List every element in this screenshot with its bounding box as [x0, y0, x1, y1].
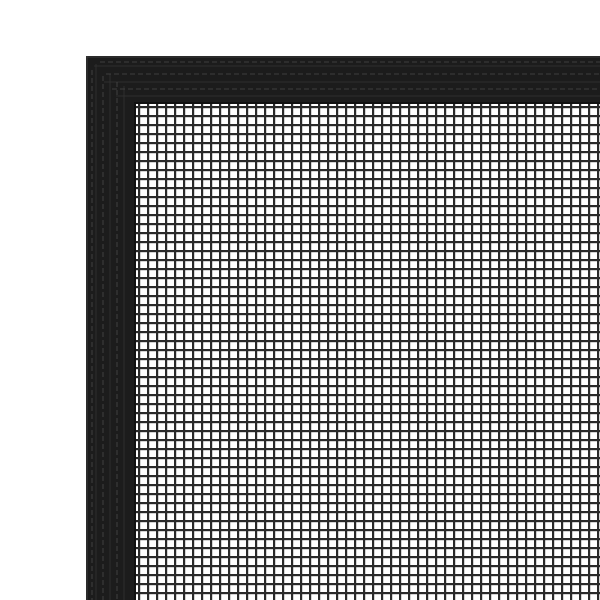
- image-canvas: [0, 0, 600, 600]
- frame-top-band: [86, 56, 600, 104]
- insect-screen-drawing: [86, 56, 600, 600]
- frame-left-band: [86, 56, 136, 600]
- insect-screen: [86, 56, 600, 600]
- mesh-screen: [134, 102, 600, 600]
